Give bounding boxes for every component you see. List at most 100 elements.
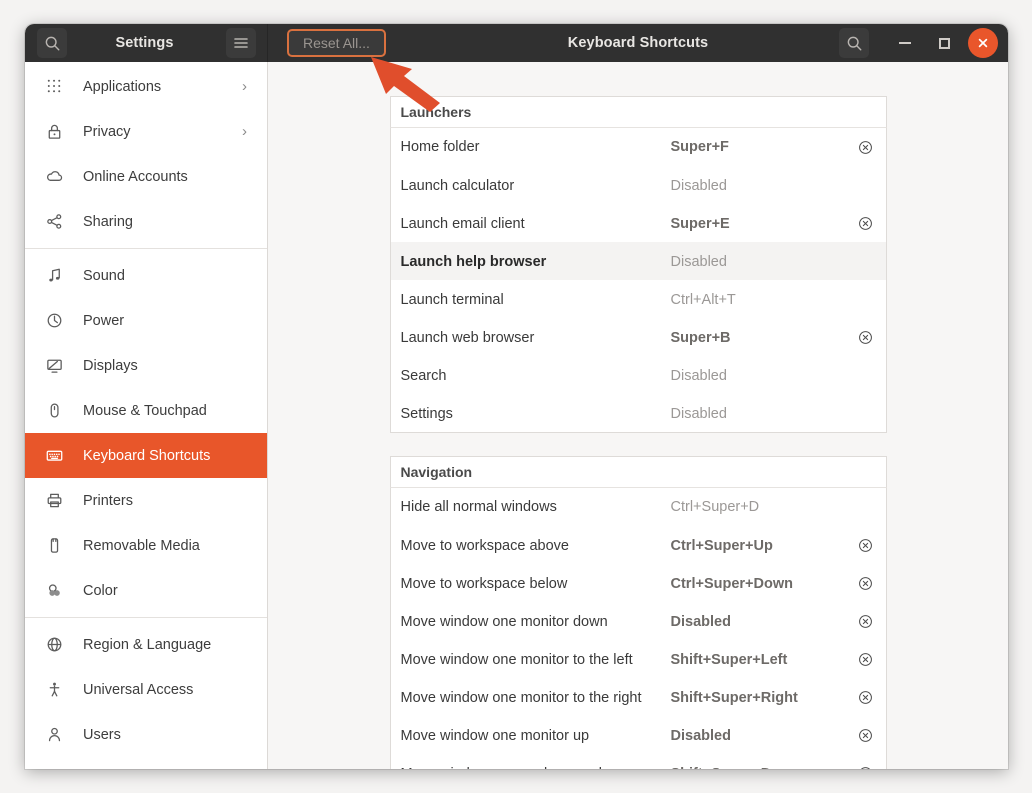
shortcut-row[interactable]: Move to workspace above Ctrl+Super+Up (391, 526, 886, 564)
shortcut-row[interactable]: Settings Disabled (391, 394, 886, 432)
sidebar-item-color[interactable]: Color (25, 568, 267, 613)
shortcut-row[interactable]: Move window one monitor to the left Shift… (391, 640, 886, 678)
keyboard-icon (43, 446, 65, 465)
close-button[interactable] (968, 28, 998, 58)
hamburger-icon (234, 38, 248, 48)
section-header: Launchers (389, 96, 887, 127)
clear-shortcut-button[interactable] (846, 140, 886, 155)
shortcut-name: Launch help browser (400, 253, 547, 270)
section-rows: Hide all normal windows Ctrl+Super+D Move … (389, 487, 887, 769)
sidebar-item-power[interactable]: Power (25, 298, 267, 343)
sidebar-item-label: Power (83, 312, 125, 329)
shortcut-accelerator: Disabled (670, 405, 727, 422)
sidebar-item-privacy[interactable]: Privacy › (25, 109, 267, 154)
clear-shortcut-button[interactable] (846, 330, 886, 345)
usb-icon (50, 538, 58, 553)
color-icon (43, 581, 65, 600)
circled-x-icon (859, 539, 872, 552)
sidebar-item-label: Applications (83, 78, 162, 95)
sidebar-item-label: Removable Media (83, 537, 200, 554)
lock-icon (48, 124, 60, 139)
sidebar-item-removable-media[interactable]: Removable Media (25, 523, 267, 568)
sidebar-item-universal-access[interactable]: Universal Access (25, 667, 267, 712)
power-icon (43, 311, 65, 330)
clear-shortcut-button[interactable] (846, 690, 886, 705)
shortcut-name: Launch calculator (400, 177, 515, 194)
sidebar-item-sound[interactable]: Sound (25, 253, 267, 298)
shortcut-name: Move window one monitor to the right (400, 689, 642, 706)
shortcut-row[interactable]: Move window one monitor down Disabled (391, 602, 886, 640)
shortcut-accelerator: Disabled (670, 613, 731, 630)
shortcut-accelerator: Shift+Super+Down (671, 766, 846, 770)
clear-shortcut-button[interactable] (846, 614, 886, 629)
shortcut-row[interactable]: Search Disabled (391, 356, 886, 394)
shortcut-name: Launch web browser (400, 329, 535, 346)
shortcut-accelerator: Disabled (670, 253, 727, 270)
window-controls (839, 28, 998, 58)
titlebar-sidebar-section: Settings (25, 24, 268, 62)
globe-icon (47, 637, 61, 652)
clear-shortcut-button[interactable] (846, 766, 886, 769)
shortcut-row[interactable]: Move to workspace below Ctrl+Super+Down (391, 564, 886, 602)
sidebar-item-mouse-touchpad[interactable]: Mouse & Touchpad (25, 388, 267, 433)
sidebar-item-label: Privacy (83, 123, 131, 140)
circled-x-icon (859, 217, 872, 230)
sidebar-item-users[interactable]: Users (25, 712, 267, 757)
clear-shortcut-button[interactable] (846, 216, 886, 231)
sidebar-item-label: Mouse & Touchpad (83, 402, 207, 419)
settings-app-title: Settings (115, 35, 174, 51)
display-icon (46, 359, 62, 373)
sidebar-item-printers[interactable]: Printers (25, 478, 267, 523)
main-menu-button[interactable] (226, 28, 256, 58)
shortcut-name: Move window one monitor down (400, 613, 608, 630)
reset-all-button[interactable]: Reset All... (287, 29, 386, 57)
shortcut-accelerator: Ctrl+Super+Down (670, 575, 793, 592)
sidebar-item-label: Sharing (83, 213, 133, 230)
sidebar-item-online-accounts[interactable]: Online Accounts (25, 154, 267, 199)
window-body: Applications › Privacy › Online Accounts Shar… (25, 62, 1008, 769)
shortcut-row[interactable]: Launch calculator Disabled (391, 166, 886, 204)
minimize-button[interactable] (890, 28, 920, 58)
sidebar-item-label: Sound (83, 267, 125, 284)
clear-shortcut-button[interactable] (846, 538, 886, 553)
printer-icon (47, 493, 61, 508)
chevron-right-icon: › (242, 78, 247, 95)
shortcut-row[interactable]: Move window one monitor to the right Shif… (391, 678, 886, 716)
circled-x-icon (860, 767, 871, 769)
panel-search-button[interactable] (839, 28, 869, 58)
display-icon (43, 356, 65, 375)
sidebar-item-applications[interactable]: Applications › (25, 64, 267, 109)
clear-shortcut-button[interactable] (846, 652, 886, 667)
shortcut-row[interactable]: Move window one monitor up Disabled (391, 716, 886, 754)
usb-icon (43, 536, 65, 555)
sidebar-item-region-language[interactable]: Region & Language (25, 622, 267, 667)
shortcuts-list: Launchers Home folder Super+F Launch calcul… (389, 96, 887, 769)
maximize-button[interactable] (929, 28, 959, 58)
shortcut-accelerator: Shift+Super+Right (670, 689, 798, 706)
shortcut-section: Navigation Hide all normal windows Ctrl+Su… (389, 456, 887, 769)
music-note-icon (43, 266, 65, 285)
sidebar-item-default-applications[interactable]: Default Applications (25, 757, 267, 769)
sidebar-item-keyboard-shortcuts[interactable]: Keyboard Shortcuts (25, 433, 267, 478)
sidebar-item-displays[interactable]: Displays (25, 343, 267, 388)
user-icon (48, 727, 60, 742)
shortcut-section: Launchers Home folder Super+F Launch calcul… (389, 96, 887, 433)
shortcut-row[interactable]: Hide all normal windows Ctrl+Super+D (391, 488, 886, 526)
clear-shortcut-button[interactable] (846, 728, 886, 743)
lock-icon (43, 122, 65, 141)
sidebar-item-sharing[interactable]: Sharing (25, 199, 267, 244)
shortcut-row[interactable]: Launch email client Super+E (391, 204, 886, 242)
shortcut-accelerator: Disabled (670, 177, 727, 194)
sidebar-search-button[interactable] (37, 28, 67, 58)
power-icon (47, 313, 61, 328)
shortcut-row[interactable]: Launch terminal Ctrl+Alt+T (391, 280, 886, 318)
shortcut-name: Home folder (400, 139, 480, 155)
shortcut-row[interactable]: Home folder Super+F (391, 128, 886, 166)
shortcut-row[interactable]: Launch web browser Super+B (391, 318, 886, 356)
shortcut-row[interactable]: Launch help browser Disabled (390, 242, 886, 280)
clear-shortcut-button[interactable] (846, 576, 886, 591)
cloud-icon (43, 167, 65, 186)
shortcut-name: Hide all normal windows (400, 499, 557, 515)
printer-icon (43, 491, 65, 510)
shortcut-row[interactable]: Move window one workspace downShift+Supe… (391, 754, 886, 769)
